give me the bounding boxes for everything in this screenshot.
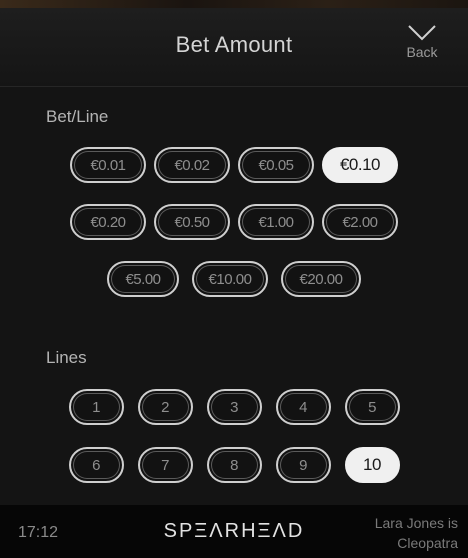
lines-option-selected[interactable]: 10 [344, 447, 400, 483]
lines-row-2: 6 7 8 9 10 [0, 447, 468, 483]
lines-option[interactable]: 6 [68, 447, 124, 483]
header-bar: Bet Amount Back [0, 8, 468, 87]
lines-option[interactable]: 2 [137, 389, 193, 425]
lines-option[interactable]: 4 [275, 389, 331, 425]
bet-option[interactable]: €5.00 [107, 261, 179, 297]
bet-option[interactable]: €0.01 [70, 147, 146, 183]
bet-option-selected[interactable]: €0.10 [322, 147, 398, 183]
bet-option[interactable]: €0.05 [238, 147, 314, 183]
bet-option[interactable]: €0.20 [70, 204, 146, 240]
bet-per-line-label: Bet/Line [46, 107, 109, 126]
lines-option[interactable]: 7 [137, 447, 193, 483]
back-button[interactable]: Back [394, 22, 450, 76]
bet-row-2: €0.20 €0.50 €1.00 €2.00 [0, 204, 468, 240]
bet-option[interactable]: €0.50 [154, 204, 230, 240]
bet-option[interactable]: €0.02 [154, 147, 230, 183]
game-background-strip [0, 0, 468, 8]
bet-option[interactable]: €1.00 [238, 204, 314, 240]
bet-option[interactable]: €2.00 [322, 204, 398, 240]
footer-bar: 17:12 SPΞΛRHΞΛD Lara Jones is Cleopatra [0, 505, 468, 558]
lines-row-1: 1 2 3 4 5 [0, 389, 468, 425]
lines-option[interactable]: 3 [206, 389, 262, 425]
bet-amount-screen: Bet Amount Back Bet/Line €0.01 €0.02 €0.… [0, 0, 468, 558]
chevron-down-icon [408, 25, 436, 41]
bet-option[interactable]: €20.00 [281, 261, 361, 297]
bet-row-3: €5.00 €10.00 €20.00 [0, 261, 468, 297]
game-name-line-1: Lara Jones is [374, 515, 458, 531]
lines-option[interactable]: 9 [275, 447, 331, 483]
game-name-line-2: Cleopatra [397, 535, 458, 551]
lines-option[interactable]: 8 [206, 447, 262, 483]
game-name: Lara Jones is Cleopatra [375, 513, 458, 553]
bet-settings-panel: Bet/Line €0.01 €0.02 €0.05 €0.10 €0.20 €… [0, 87, 468, 505]
lines-option[interactable]: 1 [68, 389, 124, 425]
back-label: Back [406, 44, 438, 60]
bet-option[interactable]: €10.00 [192, 261, 268, 297]
lines-label: Lines [46, 348, 87, 367]
lines-option[interactable]: 5 [344, 389, 400, 425]
bet-row-1: €0.01 €0.02 €0.05 €0.10 [0, 147, 468, 183]
